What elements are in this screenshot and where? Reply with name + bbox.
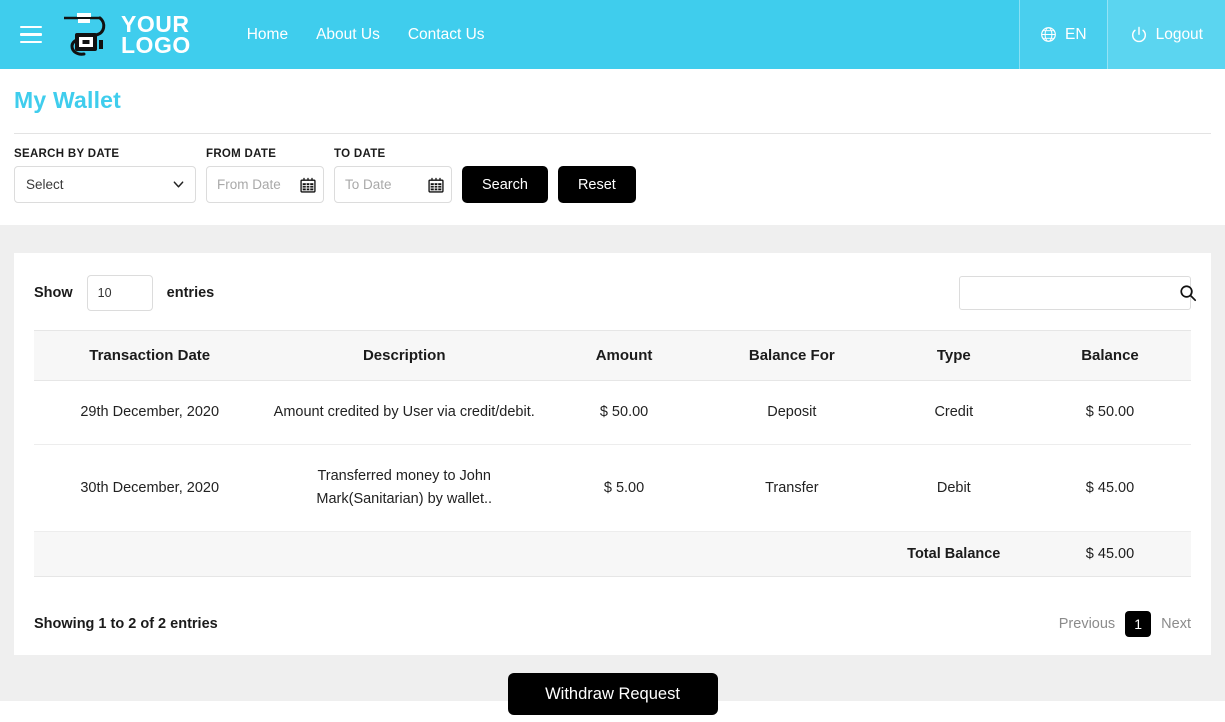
cell-amount: $ 5.00 [543, 444, 706, 532]
logo-text-line2: LOGO [121, 31, 191, 58]
cell-type: Debit [878, 444, 1029, 532]
search-by-date-label: SEARCH BY DATE [14, 148, 120, 160]
total-balance-value: $ 45.00 [1028, 531, 1191, 577]
cell-balance-for: Deposit [705, 380, 879, 445]
column-balance-for[interactable]: Balance For [705, 330, 879, 381]
to-date-field: TO DATE To Date [334, 148, 452, 203]
cell-transaction-date: 29th December, 2020 [34, 380, 266, 445]
cell-amount: $ 50.00 [543, 380, 706, 445]
search-by-date-field: SEARCH BY DATE Select [14, 148, 196, 203]
total-spacer-1 [34, 531, 266, 577]
table-header-row: Transaction Date Description Amount Bala… [34, 330, 1191, 381]
table-search-wrapper [959, 276, 1197, 310]
total-spacer-4 [705, 531, 879, 577]
logout-button[interactable]: Logout [1106, 0, 1225, 69]
table-row: 30th December, 2020 Transferred money to… [34, 444, 1191, 532]
from-date-field: FROM DATE From Date [206, 148, 324, 203]
to-date-input[interactable]: To Date [334, 166, 452, 203]
from-date-placeholder: From Date [217, 177, 281, 192]
from-date-input[interactable]: From Date [206, 166, 324, 203]
column-type[interactable]: Type [878, 330, 1029, 381]
table-body: 29th December, 2020 Amount credited by U… [34, 380, 1191, 532]
search-filter-form: SEARCH BY DATE Select FROM DATE From Dat… [0, 134, 1225, 225]
power-icon [1131, 26, 1146, 42]
showing-entries-text: Showing 1 to 2 of 2 entries [34, 616, 218, 632]
calendar-icon[interactable] [300, 177, 316, 193]
cell-balance-for: Transfer [705, 444, 879, 532]
table-foot: Total Balance $ 45.00 [34, 531, 1191, 577]
withdraw-request-button[interactable]: Withdraw Request [507, 673, 718, 715]
camera-swirl-logo-icon [64, 12, 106, 56]
nav-item-contact-us[interactable]: Contact Us [408, 26, 485, 44]
table-footer: Showing 1 to 2 of 2 entries Previous 1 N… [34, 577, 1191, 637]
page-title-area: My Wallet [0, 69, 1225, 134]
hamburger-line [20, 40, 42, 44]
logo[interactable]: YOUR LOGO [60, 0, 191, 69]
show-label: Show [34, 285, 73, 301]
bottom-action-area: Withdraw Request [0, 655, 1225, 715]
cell-balance: $ 50.00 [1028, 380, 1191, 445]
reset-button[interactable]: Reset [557, 166, 636, 203]
content-background: Show entries Transaction Date Descriptio… [0, 225, 1225, 655]
cell-type: Credit [878, 380, 1029, 445]
total-balance-row: Total Balance $ 45.00 [34, 531, 1191, 577]
column-balance[interactable]: Balance [1028, 330, 1191, 381]
search-button[interactable]: Search [462, 166, 548, 203]
cell-description: Transferred money to John Mark(Sanitaria… [265, 444, 544, 532]
globe-icon [1041, 27, 1056, 42]
entries-count-input[interactable] [86, 275, 153, 311]
nav-item-about-us[interactable]: About Us [316, 26, 380, 44]
cell-transaction-date: 30th December, 2020 [34, 444, 266, 532]
pagination-previous[interactable]: Previous [1059, 616, 1115, 632]
total-balance-label: Total Balance [878, 531, 1029, 577]
pagination-next[interactable]: Next [1161, 616, 1191, 632]
site-header: YOUR LOGO Home About Us Contact Us EN Lo… [0, 0, 1225, 69]
total-spacer-2 [265, 531, 544, 577]
logo-text: YOUR LOGO [121, 12, 191, 58]
search-by-date-value: Select [26, 177, 64, 192]
entries-label: entries [166, 285, 215, 301]
hamburger-line [20, 33, 42, 36]
language-label: EN [1065, 25, 1087, 43]
search-icon[interactable] [1179, 284, 1197, 302]
column-amount[interactable]: Amount [543, 330, 706, 381]
wallet-table-card: Show entries Transaction Date Descriptio… [14, 253, 1211, 655]
cell-description: Amount credited by User via credit/debit… [265, 380, 544, 445]
column-transaction-date[interactable]: Transaction Date [34, 330, 266, 381]
table-controls: Show entries [34, 275, 1197, 311]
to-date-placeholder: To Date [345, 177, 392, 192]
pagination-page-1[interactable]: 1 [1125, 611, 1152, 637]
cell-balance: $ 45.00 [1028, 444, 1191, 532]
hamburger-line [20, 25, 42, 29]
show-entries-control: Show entries [34, 275, 214, 311]
logout-label: Logout [1155, 25, 1203, 43]
language-selector[interactable]: EN [1019, 0, 1107, 69]
table-search-input[interactable] [959, 276, 1191, 310]
pagination: Previous 1 Next [1059, 611, 1191, 637]
main-navigation: Home About Us Contact Us [247, 0, 485, 69]
hamburger-menu-icon[interactable] [10, 0, 52, 69]
to-date-label: TO DATE [334, 148, 386, 160]
chevron-down-icon [173, 181, 184, 188]
nav-item-home[interactable]: Home [247, 26, 288, 44]
total-spacer-3 [543, 531, 706, 577]
transactions-table: Transaction Date Description Amount Bala… [34, 330, 1191, 577]
from-date-label: FROM DATE [206, 148, 277, 160]
column-description[interactable]: Description [265, 330, 544, 381]
calendar-icon[interactable] [428, 177, 444, 193]
table-head: Transaction Date Description Amount Bala… [34, 330, 1191, 381]
search-by-date-select[interactable]: Select [14, 166, 196, 203]
table-row: 29th December, 2020 Amount credited by U… [34, 380, 1191, 445]
page-title: My Wallet [14, 87, 122, 113]
header-right-actions: EN Logout [1019, 0, 1225, 69]
